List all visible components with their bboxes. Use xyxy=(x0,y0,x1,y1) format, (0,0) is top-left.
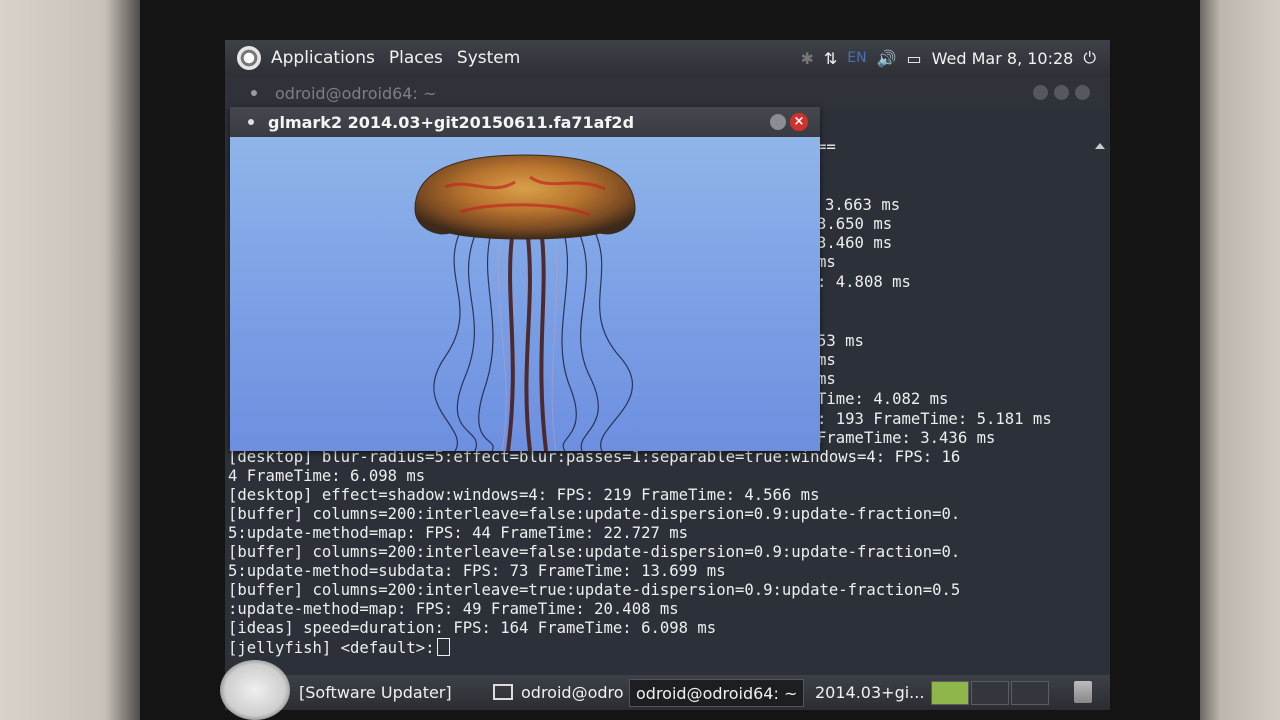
close-button[interactable] xyxy=(1075,85,1090,100)
distro-logo-icon[interactable] xyxy=(237,46,261,70)
terminal-line-partial: 53 ms xyxy=(817,332,864,350)
terminal-line: [buffer] columns=200:interleave=false:up… xyxy=(228,543,961,561)
terminal-line: [desktop] effect=shadow:windows=4: FPS: … xyxy=(228,486,820,504)
camera-glare xyxy=(220,660,290,720)
clock[interactable]: Wed Mar 8, 10:28 xyxy=(932,49,1074,68)
terminal-line: [ideas] speed=duration: FPS: 164 FrameTi… xyxy=(228,619,717,637)
keyboard-language[interactable]: EN xyxy=(847,50,866,66)
terminal-line: [buffer] columns=200:interleave=true:upd… xyxy=(228,581,961,599)
terminal-line: [buffer] columns=200:interleave=false:up… xyxy=(228,505,961,523)
glmark2-titlebar[interactable]: glmark2 2014.03+git20150611.fa71af2d xyxy=(230,107,820,137)
taskbar-software-updater[interactable]: [Software Updater] xyxy=(293,679,458,705)
terminal-line-partial: 3.460 ms xyxy=(817,234,893,252)
bluetooth-icon[interactable]: ✱ xyxy=(800,49,813,68)
battery-icon[interactable]: ▭ xyxy=(907,49,922,68)
system-tray: ✱ ⇅ EN 🔊 ▭ Wed Mar 8, 10:28 ⏻ xyxy=(800,40,1096,76)
workspace-2[interactable] xyxy=(971,681,1009,705)
trash-icon[interactable] xyxy=(1074,681,1092,703)
terminal-window-controls xyxy=(1033,85,1090,100)
terminal-line: 4 FrameTime: 6.098 ms xyxy=(228,467,426,485)
terminal-icon xyxy=(493,684,513,700)
terminal-scrollbar[interactable] xyxy=(1094,140,1106,680)
taskbar-glmark2[interactable]: 2014.03+gi... xyxy=(809,679,930,705)
menu-system[interactable]: System xyxy=(457,48,520,68)
terminal-line: 5:update-method=map: FPS: 44 FrameTime: … xyxy=(228,524,689,542)
close-button[interactable]: × xyxy=(790,113,808,131)
taskbar-terminal-active[interactable]: odroid@odroid64: ~ xyxy=(629,679,805,707)
terminal-titlebar[interactable]: odroid@odroid64: ~ xyxy=(225,76,1110,110)
terminal-line-partial: Time: 4.082 ms xyxy=(817,390,949,408)
terminal-title: odroid@odroid64: ~ xyxy=(275,83,437,103)
minimize-button[interactable] xyxy=(770,114,786,130)
window-menu-icon[interactable] xyxy=(248,119,254,125)
power-icon[interactable]: ⏻ xyxy=(1083,48,1096,68)
terminal-prompt: [jellyfish] <default>: xyxy=(228,639,435,657)
jellyfish-illustration xyxy=(414,154,636,451)
workspace-3[interactable] xyxy=(1011,681,1049,705)
bottom-panel: [Software Updater] odroid@odro odroid@od… xyxy=(225,675,1110,710)
terminal-line-partial: FrameTime: 3.436 ms xyxy=(817,429,996,447)
terminal-line-partial: 3.663 ms xyxy=(825,196,901,214)
scroll-up-arrow-icon[interactable] xyxy=(1095,143,1105,149)
taskbar-terminal[interactable]: odroid@odro xyxy=(487,679,637,705)
glmark2-title: glmark2 2014.03+git20150611.fa71af2d xyxy=(268,112,635,132)
screen: Applications Places System ✱ ⇅ EN 🔊 ▭ We… xyxy=(225,40,1110,710)
menu-places[interactable]: Places xyxy=(389,48,443,68)
glmark2-window[interactable]: glmark2 2014.03+git20150611.fa71af2d × xyxy=(230,107,820,451)
terminal-line: :update-method=map: FPS: 49 FrameTime: 2… xyxy=(228,600,679,618)
top-panel: Applications Places System ✱ ⇅ EN 🔊 ▭ We… xyxy=(225,40,1110,76)
background-wall-left xyxy=(0,0,150,720)
text-cursor xyxy=(436,638,450,656)
volume-icon[interactable]: 🔊 xyxy=(877,49,897,68)
taskbar-terminal-label: odroid@odro xyxy=(521,682,624,702)
terminal-line-partial: : 4.808 ms xyxy=(817,273,911,291)
network-icon[interactable]: ⇅ xyxy=(824,49,837,68)
workspace-1[interactable] xyxy=(931,681,969,705)
menu-applications[interactable]: Applications xyxy=(271,48,375,68)
maximize-button[interactable] xyxy=(1054,85,1069,100)
terminal-prompt-line[interactable]: [jellyfish] <default>: xyxy=(228,638,450,658)
terminal-line-partial: 3.650 ms xyxy=(817,215,893,233)
terminal-line-partial: : 193 FrameTime: 5.181 ms xyxy=(817,410,1052,428)
jellyfish-render-canvas xyxy=(230,137,820,451)
window-menu-icon[interactable] xyxy=(251,90,257,96)
minimize-button[interactable] xyxy=(1033,85,1048,100)
terminal-line: 5:update-method=subdata: FPS: 73 FrameTi… xyxy=(228,562,726,580)
